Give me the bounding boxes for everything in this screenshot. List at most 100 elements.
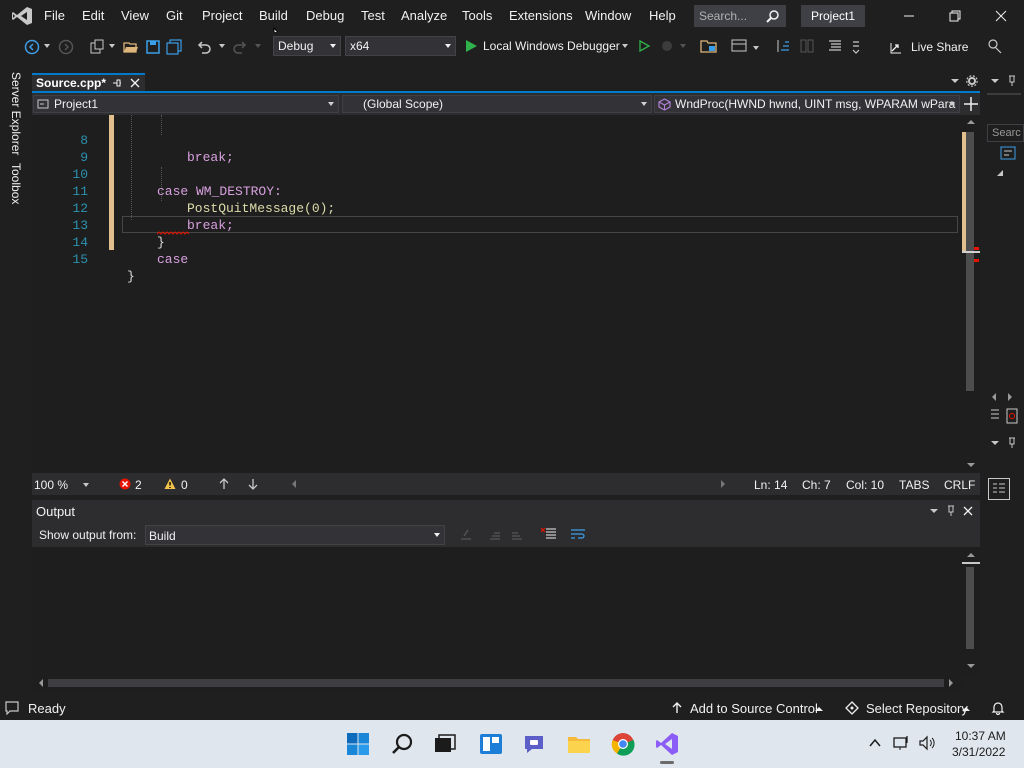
menu-edit[interactable]: Edit <box>82 8 104 23</box>
open-file-icon[interactable] <box>123 39 139 55</box>
hot-reload-icon[interactable] <box>660 39 674 53</box>
chevron-up-icon[interactable] <box>962 706 970 712</box>
document-tab-source-cpp[interactable]: Source.cpp* <box>32 73 145 92</box>
search-icon[interactable] <box>766 9 780 23</box>
chevron-down-icon[interactable] <box>991 78 999 84</box>
file-explorer-icon[interactable] <box>567 732 591 756</box>
pin-icon[interactable] <box>1007 437 1017 449</box>
task-view-icon[interactable] <box>433 732 457 756</box>
zoom-dropdown[interactable]: 100 % <box>34 478 68 492</box>
menu-debug[interactable]: Debug <box>306 8 344 23</box>
toolbar-overflow-icon[interactable] <box>851 38 861 54</box>
pin-icon[interactable] <box>1007 75 1017 87</box>
start-debugging-button[interactable]: Local Windows Debugger <box>483 39 620 53</box>
navigate-forward-icon[interactable] <box>58 39 74 55</box>
menu-test[interactable]: Test <box>361 8 385 23</box>
close-icon[interactable] <box>963 506 973 516</box>
save-all-icon[interactable] <box>166 39 182 55</box>
chevron-down-icon[interactable] <box>680 43 686 49</box>
menu-help[interactable]: Help <box>649 8 676 23</box>
previous-issue-icon[interactable] <box>219 478 229 490</box>
menu-analyze[interactable]: Analyze <box>401 8 447 23</box>
error-icon[interactable] <box>119 478 131 490</box>
next-message-icon[interactable] <box>510 527 524 541</box>
chrome-icon[interactable] <box>611 732 635 756</box>
toolbox-tab[interactable]: Toolbox <box>9 163 23 204</box>
toggle-word-wrap-icon[interactable] <box>570 527 586 541</box>
chevron-down-icon[interactable] <box>951 78 959 84</box>
arrow-up-icon[interactable] <box>671 702 683 714</box>
scroll-up-icon[interactable] <box>966 552 976 558</box>
scroll-left-icon[interactable] <box>991 393 997 401</box>
menu-file[interactable]: File <box>44 8 65 23</box>
previous-message-icon[interactable] <box>488 527 502 541</box>
pin-icon[interactable] <box>946 505 956 517</box>
minimize-icon[interactable] <box>901 8 917 24</box>
select-repository-button[interactable]: Select Repository <box>866 701 968 716</box>
menu-extensions[interactable]: Extensions <box>509 8 573 23</box>
output-horizontal-scrollbar[interactable] <box>32 675 962 691</box>
restore-icon[interactable] <box>947 8 963 24</box>
warning-count[interactable]: 0 <box>181 478 188 492</box>
git-changes-icon[interactable] <box>1006 408 1018 424</box>
server-explorer-tab[interactable]: Server Explorer <box>9 72 23 155</box>
new-project-icon[interactable] <box>89 39 105 55</box>
clock-date[interactable]: 3/31/2022 <box>952 745 1005 759</box>
menu-view[interactable]: View <box>121 8 149 23</box>
scroll-up-icon[interactable] <box>966 119 976 125</box>
windows-start-icon[interactable] <box>346 732 370 756</box>
save-icon[interactable] <box>145 39 161 55</box>
search-input[interactable] <box>699 8 765 24</box>
visual-studio-taskbar-icon[interactable] <box>655 732 679 756</box>
scroll-right-icon[interactable] <box>1007 393 1013 401</box>
properties-icon[interactable] <box>989 408 1001 422</box>
solution-explorer-search[interactable]: Searc <box>987 124 1024 142</box>
notifications-bell-icon[interactable] <box>991 701 1005 715</box>
chevron-down-icon[interactable] <box>83 482 89 487</box>
find-message-in-code-icon[interactable] <box>459 527 473 541</box>
scrollbar-thumb[interactable] <box>48 679 944 687</box>
add-to-source-control-button[interactable]: Add to Source Control <box>690 701 818 716</box>
line-indicator[interactable]: Ln: 14 <box>754 478 787 492</box>
chevron-down-icon[interactable] <box>622 43 628 49</box>
start-without-debugging-icon[interactable] <box>637 39 651 53</box>
next-issue-icon[interactable] <box>248 478 258 490</box>
error-count[interactable]: 2 <box>135 478 142 492</box>
char-indicator[interactable]: Ch: 7 <box>802 478 831 492</box>
chevron-down-icon[interactable] <box>753 45 759 51</box>
tree-collapse-icon[interactable] <box>996 169 1004 177</box>
properties-window-button[interactable] <box>988 478 1010 500</box>
search-icon[interactable] <box>391 732 415 756</box>
menu-build[interactable]: Build <box>259 8 288 23</box>
output-vertical-scrollbar[interactable] <box>962 547 980 675</box>
warning-icon[interactable] <box>164 478 176 490</box>
navigate-back-icon[interactable] <box>24 39 40 55</box>
menu-git[interactable]: Git <box>166 8 183 23</box>
member-dropdown[interactable]: WndProc(HWND hwnd, UINT msg, WPARAM wPar… <box>654 95 960 113</box>
menu-window[interactable]: Window <box>585 8 631 23</box>
indentation-indicator[interactable]: TABS <box>899 478 929 492</box>
chevron-down-icon[interactable] <box>255 43 261 49</box>
scroll-down-icon[interactable] <box>966 462 976 468</box>
chevron-down-icon[interactable] <box>991 440 999 446</box>
column-indicator[interactable]: Col: 10 <box>846 478 884 492</box>
scroll-left-icon[interactable] <box>291 480 297 488</box>
start-debugging-icon[interactable] <box>464 39 478 53</box>
menu-project[interactable]: Project <box>202 8 242 23</box>
live-share-icon[interactable] <box>890 40 904 54</box>
project-dropdown[interactable]: Project1 <box>33 95 339 113</box>
editor-vertical-scrollbar[interactable] <box>962 115 980 472</box>
undo-icon[interactable] <box>196 39 212 55</box>
chevron-up-icon[interactable] <box>815 706 823 712</box>
chevron-down-icon[interactable] <box>219 43 225 49</box>
sync-view-icon[interactable] <box>1000 146 1016 160</box>
output-text-area[interactable] <box>32 547 962 675</box>
scroll-right-icon[interactable] <box>948 679 954 687</box>
step-into-icon[interactable] <box>775 38 791 54</box>
scroll-right-icon[interactable] <box>720 480 726 488</box>
teams-chat-icon[interactable] <box>522 732 546 756</box>
scope-dropdown[interactable]: (Global Scope) <box>342 95 652 113</box>
gear-icon[interactable] <box>966 75 978 87</box>
feedback-icon[interactable] <box>987 38 1003 54</box>
scroll-down-icon[interactable] <box>966 663 976 669</box>
